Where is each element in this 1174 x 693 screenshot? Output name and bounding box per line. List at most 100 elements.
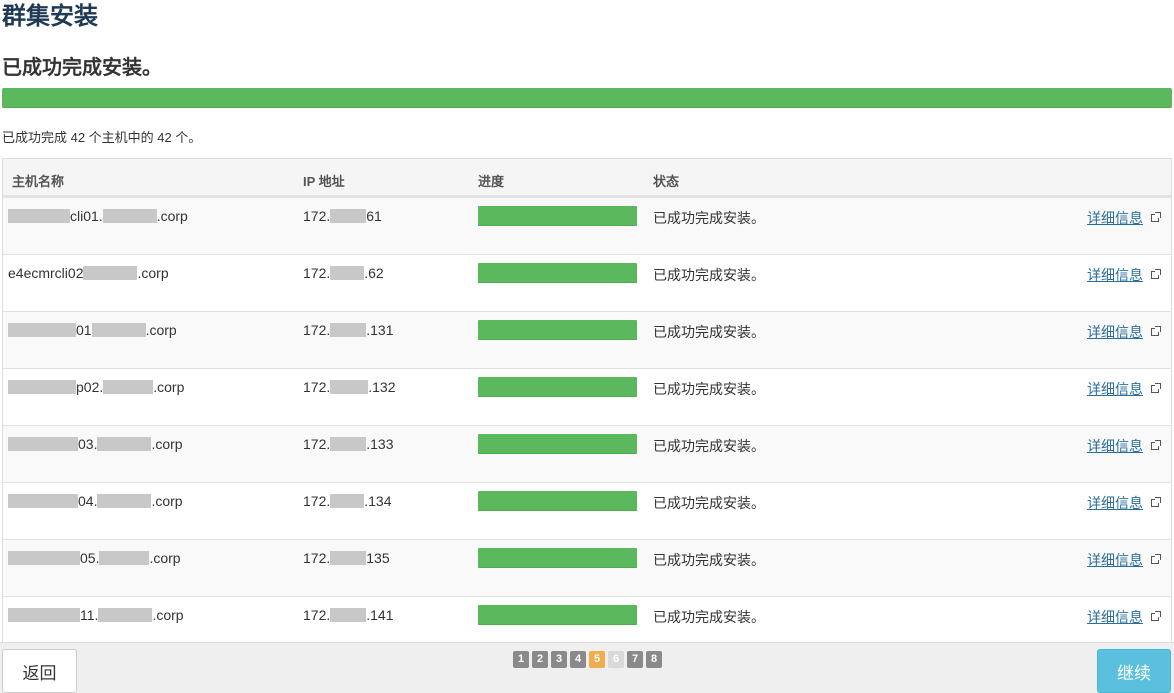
- host-domain-suffix: .corp: [149, 550, 181, 566]
- row-progress-fill: [478, 377, 637, 397]
- ip-suffix: 61: [366, 208, 382, 224]
- host-name-cell: cli01. .corp: [8, 208, 188, 224]
- details-link[interactable]: 详细信息: [1087, 208, 1161, 228]
- page-button-2[interactable]: 2: [532, 651, 548, 668]
- install-status-heading: 已成功完成安装。: [2, 57, 162, 79]
- redaction-block: [97, 437, 152, 451]
- details-link-label: 详细信息: [1087, 609, 1143, 625]
- ip-prefix: 172.: [303, 322, 331, 338]
- redaction-block: [330, 551, 367, 565]
- page-title: 群集安装: [2, 3, 98, 30]
- ip-suffix: .134: [364, 493, 392, 509]
- ip-prefix: 172.: [303, 265, 331, 281]
- redaction-block: [102, 209, 157, 223]
- table-row: p02. .corp 172. .132 已成功完成安装。 详细信息: [3, 368, 1171, 425]
- table-header: 主机名称 IP 地址 进度 状态: [3, 159, 1171, 197]
- status-cell: 已成功完成安装。: [653, 381, 765, 397]
- redaction-block: [91, 323, 146, 337]
- host-name-cell: p02. .corp: [8, 379, 184, 395]
- ip-suffix: 135: [366, 550, 390, 566]
- row-progress-bar: [478, 605, 637, 625]
- ip-prefix: 172.: [303, 550, 331, 566]
- table-row: e4ecmrcli02 .corp 172. .62 已成功完成安装。 详细信息: [3, 254, 1171, 311]
- ip-address-cell: 172. .131: [303, 322, 394, 338]
- row-progress-bar: [478, 263, 637, 283]
- ip-prefix: 172.: [303, 493, 331, 509]
- table-body: cli01. .corp 172. 61 已成功完成安装。 详细信息 e4ecmrcli02…: [3, 197, 1171, 642]
- redaction-block: [330, 380, 369, 394]
- row-progress-bar: [478, 320, 637, 340]
- row-progress-fill: [478, 263, 637, 283]
- ip-address-cell: 172. .62: [303, 265, 384, 281]
- row-progress-fill: [478, 605, 637, 625]
- table-row: cli01. .corp 172. 61 已成功完成安装。 详细信息: [3, 197, 1171, 254]
- redaction-block: [8, 323, 76, 337]
- details-link-label: 详细信息: [1087, 438, 1143, 454]
- host-name-cell: 05. .corp: [8, 550, 181, 566]
- details-link[interactable]: 详细信息: [1087, 436, 1161, 456]
- ip-address-cell: 172. 135: [303, 550, 390, 566]
- status-cell: 已成功完成安装。: [653, 552, 765, 568]
- redaction-block: [103, 380, 154, 394]
- host-domain-suffix: .corp: [145, 322, 177, 338]
- redaction-block: [83, 266, 138, 280]
- row-progress-bar: [478, 377, 637, 397]
- status-cell: 已成功完成安装。: [653, 609, 765, 625]
- page-button-1[interactable]: 1: [513, 651, 529, 668]
- ip-suffix: .141: [366, 607, 394, 623]
- redaction-block: [99, 551, 150, 565]
- host-domain-suffix: .corp: [137, 265, 169, 281]
- host-name-cell: 04. .corp: [8, 493, 183, 509]
- host-domain-suffix: .corp: [152, 607, 184, 623]
- redaction-block: [8, 608, 80, 622]
- row-progress-fill: [478, 548, 637, 568]
- ip-suffix: .132: [368, 379, 396, 395]
- ip-address-cell: 172. 61: [303, 208, 382, 224]
- redaction-block: [330, 494, 365, 508]
- page-button-6[interactable]: 6: [608, 651, 624, 668]
- continue-button[interactable]: 继续: [1097, 649, 1171, 693]
- redaction-block: [330, 209, 367, 223]
- redaction-block: [8, 551, 80, 565]
- back-button[interactable]: 返回: [2, 649, 77, 693]
- row-progress-bar: [478, 206, 637, 226]
- status-cell: 已成功完成安装。: [653, 324, 765, 340]
- redaction-block: [98, 608, 153, 622]
- ip-prefix: 172.: [303, 436, 331, 452]
- table-row: 04. .corp 172. .134 已成功完成安装。 详细信息: [3, 482, 1171, 539]
- redaction-block: [8, 209, 70, 223]
- install-summary: 已成功完成 42 个主机中的 42 个。: [2, 130, 202, 145]
- page-button-7[interactable]: 7: [627, 651, 643, 668]
- table-row: 03. .corp 172. .133 已成功完成安装。 详细信息: [3, 425, 1171, 482]
- row-progress-fill: [478, 320, 637, 340]
- host-name-visible-part: 04.: [78, 493, 98, 509]
- details-link[interactable]: 详细信息: [1087, 493, 1161, 513]
- ip-address-cell: 172. .141: [303, 607, 394, 623]
- host-name-cell: 01 .corp: [8, 322, 177, 338]
- external-link-icon: [1151, 554, 1161, 564]
- details-link[interactable]: 详细信息: [1087, 379, 1161, 399]
- details-link[interactable]: 详细信息: [1087, 322, 1161, 342]
- redaction-block: [8, 380, 76, 394]
- external-link-icon: [1151, 497, 1161, 507]
- details-link[interactable]: 详细信息: [1087, 607, 1161, 627]
- details-link[interactable]: 详细信息: [1087, 550, 1161, 570]
- ip-address-cell: 172. .134: [303, 493, 392, 509]
- redaction-block: [330, 608, 367, 622]
- host-name-visible-part: 03.: [78, 436, 98, 452]
- page-button-4[interactable]: 4: [570, 651, 586, 668]
- row-progress-bar: [478, 434, 637, 454]
- page-button-8[interactable]: 8: [646, 651, 662, 668]
- external-link-icon: [1151, 440, 1161, 450]
- external-link-icon: [1151, 326, 1161, 336]
- row-progress-fill: [478, 491, 637, 511]
- redaction-block: [330, 437, 367, 451]
- details-link[interactable]: 详细信息: [1087, 265, 1161, 285]
- page-button-5[interactable]: 5: [589, 651, 605, 668]
- overall-progress-bar: [2, 88, 1172, 108]
- page-button-3[interactable]: 3: [551, 651, 567, 668]
- status-cell: 已成功完成安装。: [653, 495, 765, 511]
- details-link-label: 详细信息: [1087, 552, 1143, 568]
- header-host-name: 主机名称: [12, 174, 65, 189]
- host-name-visible-part: e4ecmrcli02: [8, 265, 84, 281]
